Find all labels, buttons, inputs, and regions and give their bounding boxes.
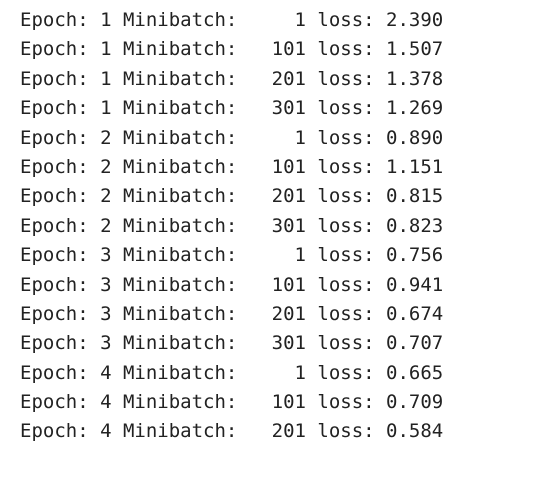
log-line: Epoch: 1 Minibatch: 301 loss: 1.269 bbox=[20, 97, 444, 120]
log-line: Epoch: 2 Minibatch: 301 loss: 0.823 bbox=[20, 214, 444, 237]
log-line: Epoch: 1 Minibatch: 101 loss: 1.507 bbox=[20, 38, 444, 61]
log-line: Epoch: 4 Minibatch: 201 loss: 0.584 bbox=[20, 420, 444, 443]
log-line: Epoch: 3 Minibatch: 101 loss: 0.941 bbox=[20, 273, 444, 296]
log-line: Epoch: 4 Minibatch: 1 loss: 0.665 bbox=[20, 361, 444, 384]
log-line: Epoch: 2 Minibatch: 101 loss: 1.151 bbox=[20, 155, 444, 178]
log-line: Epoch: 3 Minibatch: 201 loss: 0.674 bbox=[20, 302, 444, 325]
log-line: Epoch: 3 Minibatch: 1 loss: 0.756 bbox=[20, 244, 444, 267]
log-line: Epoch: 2 Minibatch: 1 loss: 0.890 bbox=[20, 126, 444, 149]
log-line: Epoch: 3 Minibatch: 301 loss: 0.707 bbox=[20, 332, 444, 355]
log-line: Epoch: 1 Minibatch: 1 loss: 2.390 bbox=[20, 9, 444, 31]
log-line: Epoch: 1 Minibatch: 201 loss: 1.378 bbox=[20, 67, 444, 90]
log-line: Epoch: 2 Minibatch: 201 loss: 0.815 bbox=[20, 185, 444, 208]
log-line: Epoch: 4 Minibatch: 101 loss: 0.709 bbox=[20, 391, 444, 414]
training-log-output: Epoch: 1 Minibatch: 1 loss: 2.390 Epoch:… bbox=[0, 0, 535, 478]
